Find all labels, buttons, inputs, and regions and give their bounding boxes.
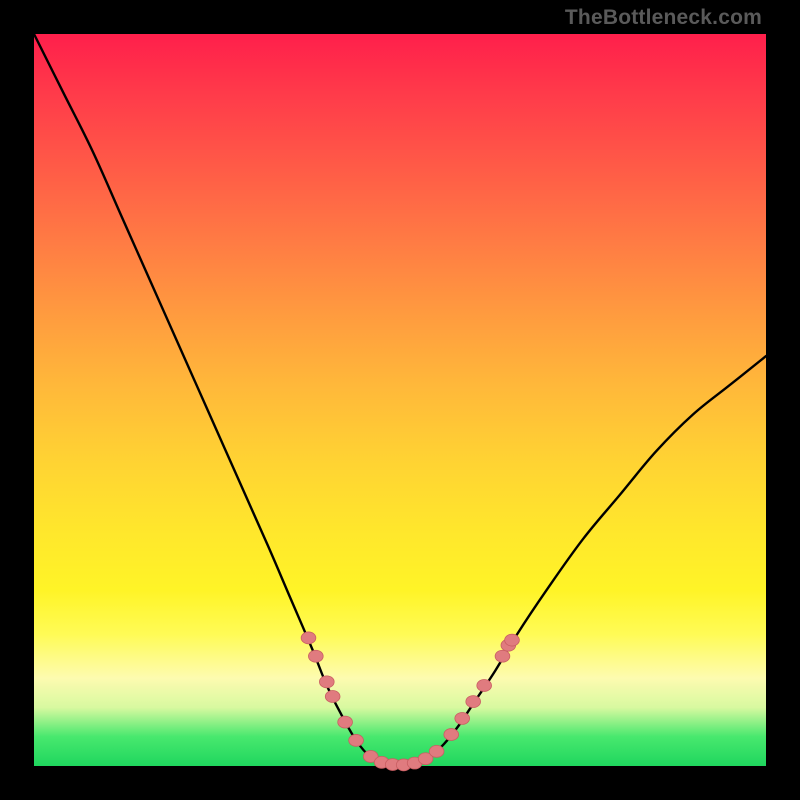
data-marker (429, 745, 444, 757)
data-marker (308, 650, 323, 662)
data-marker (301, 632, 316, 644)
data-marker (349, 734, 364, 746)
bottleneck-curve (34, 34, 766, 766)
data-marker (325, 691, 340, 703)
data-marker (338, 716, 353, 728)
data-marker (495, 650, 510, 662)
chart-overlay (34, 34, 766, 766)
data-marker (444, 729, 459, 741)
data-markers (301, 632, 519, 771)
data-marker (466, 696, 481, 708)
watermark-text: TheBottleneck.com (565, 6, 762, 30)
data-marker (319, 676, 334, 688)
data-marker (477, 680, 492, 692)
data-marker (505, 634, 520, 646)
data-marker (455, 712, 470, 724)
